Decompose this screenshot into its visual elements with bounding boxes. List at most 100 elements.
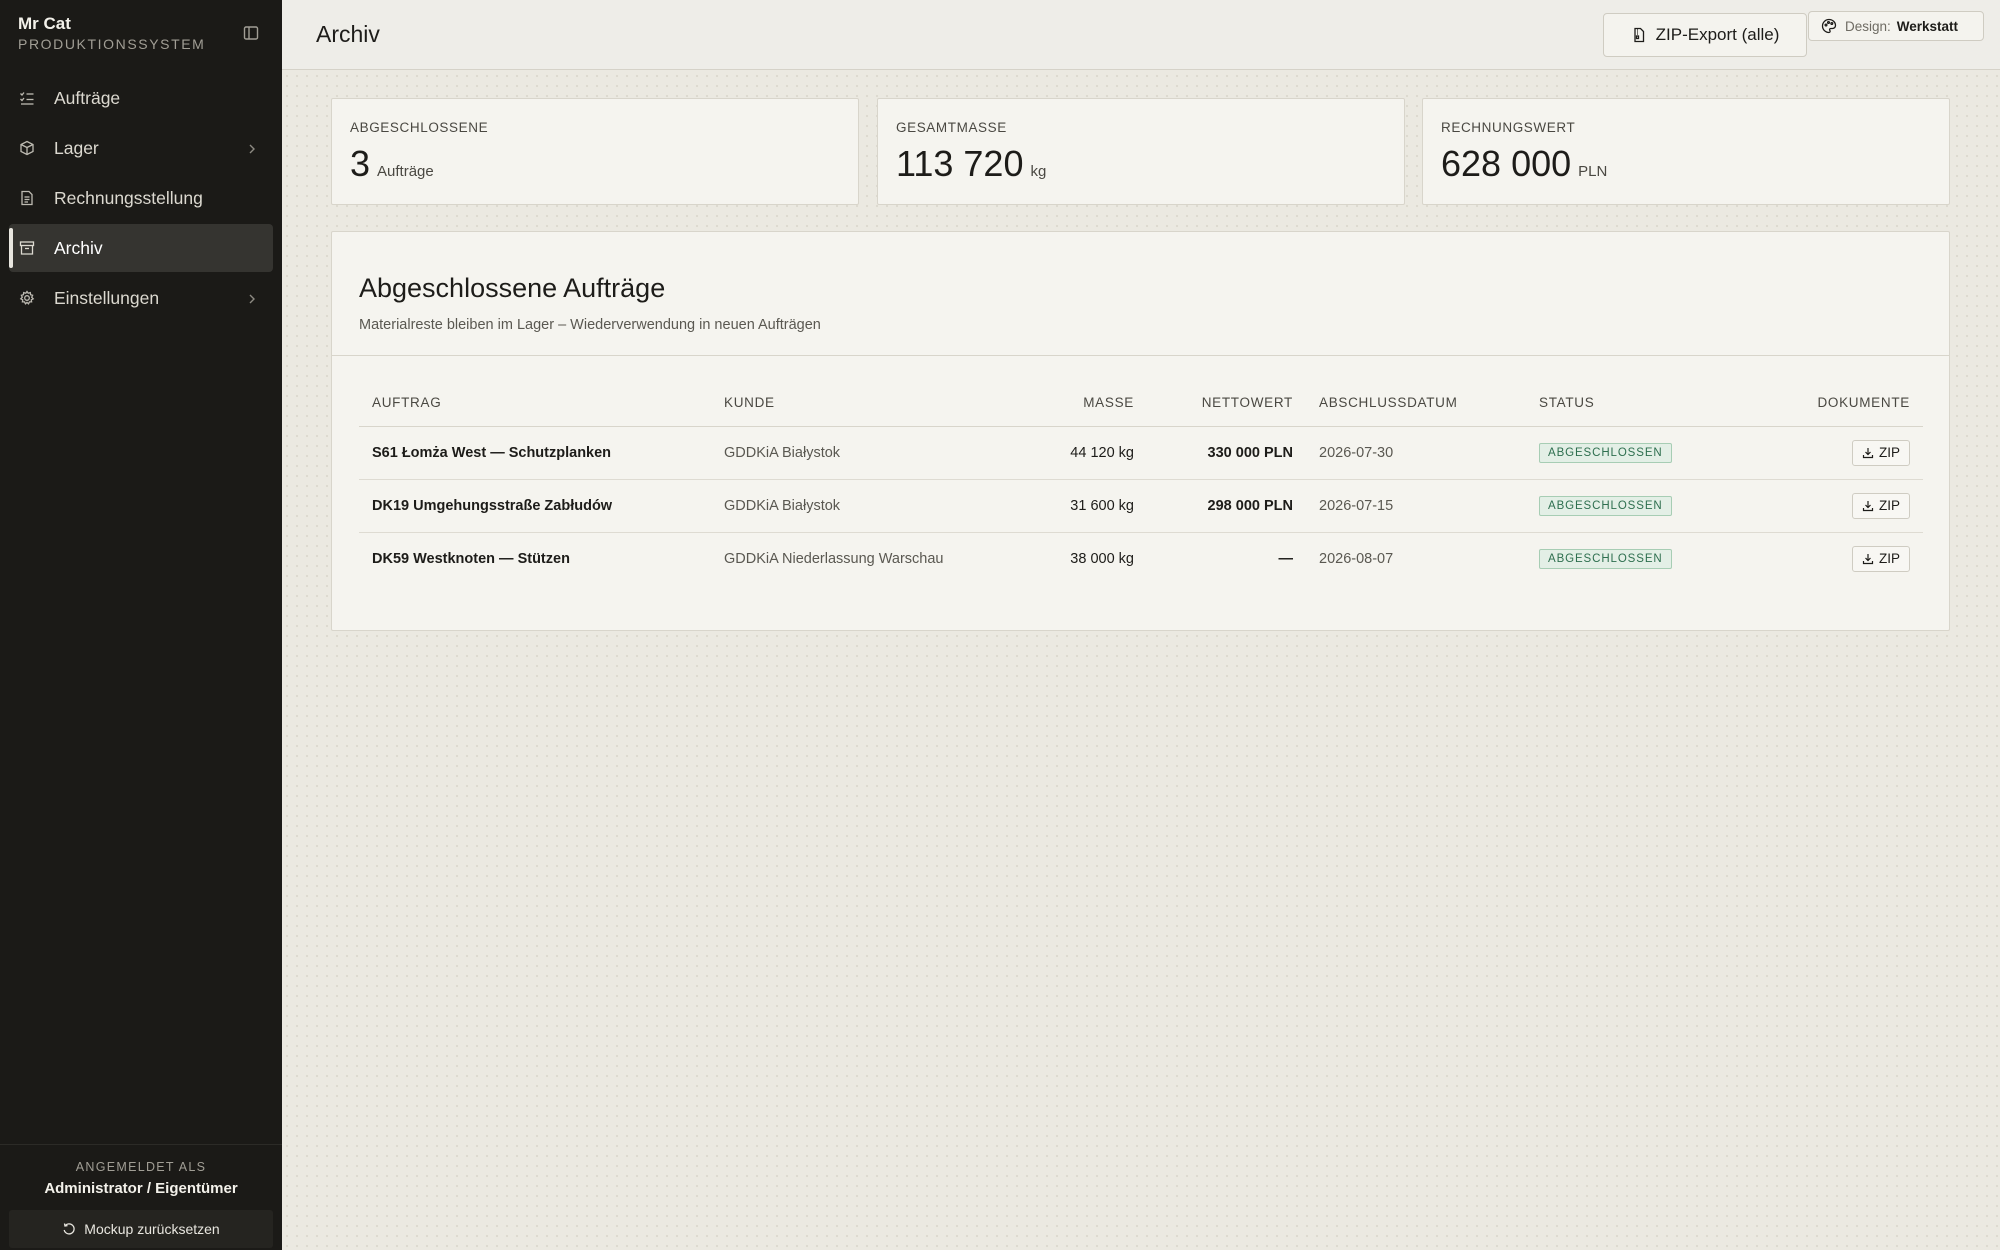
status-badge: ABGESCHLOSSEN — [1539, 548, 1672, 569]
sidebar-item-auftraege[interactable]: Aufträge — [9, 74, 273, 122]
stat-label: RECHNUNGSWERT — [1441, 120, 1576, 135]
palette-icon — [1821, 18, 1837, 34]
column-header-completion-date[interactable]: ABSCHLUSSDATUM — [1306, 380, 1526, 427]
stat-card-total-mass: GESAMTMASSE 113 720 kg — [877, 98, 1405, 205]
sidebar-item-label: Einstellungen — [54, 287, 160, 308]
column-header-mass[interactable]: MASSE — [975, 380, 1147, 427]
zip-download-label: ZIP — [1878, 498, 1900, 513]
reset-icon — [62, 1222, 76, 1236]
download-icon — [1862, 553, 1874, 565]
column-header-documents: DOKUMENTE — [1730, 380, 1923, 427]
documents-cell: ZIP — [1730, 479, 1923, 533]
zip-download-label: ZIP — [1878, 551, 1900, 567]
sidebar-footer: ANGEMELDET ALS Administrator / Eigentüme… — [0, 1144, 282, 1250]
sidebar-toggle-icon[interactable] — [240, 22, 262, 44]
box-icon — [18, 139, 36, 157]
brand-subtitle: PRODUKTIONSSYSTEM — [18, 36, 206, 52]
sidebar-item-rechnungsstellung[interactable]: Rechnungsstellung — [9, 174, 273, 222]
sidebar-item-label: Rechnungsstellung — [54, 187, 203, 208]
completion-date: 2026-07-30 — [1306, 426, 1526, 480]
client-name: GDDKiA Niederlassung Warschau — [724, 550, 944, 567]
table-row[interactable]: DK19 Umgehungsstraße Zabłudów GDDKiA Bia… — [359, 479, 1923, 533]
stat-value-row: 3 Aufträge — [350, 143, 434, 185]
status-badge: ABGESCHLOSSEN — [1539, 442, 1672, 463]
stat-value: 113 720 — [896, 143, 1024, 184]
design-value: Werkstatt — [1896, 18, 1959, 34]
document-icon — [18, 189, 36, 207]
sidebar-item-label: Aufträge — [54, 87, 121, 108]
status-badge: ABGESCHLOSSEN — [1539, 495, 1672, 516]
sidebar-item-archiv[interactable]: Archiv — [9, 224, 273, 272]
zip-download-button[interactable]: ZIP — [1851, 492, 1910, 519]
completed-orders-panel: Abgeschlossene Aufträge Materialreste bl… — [331, 231, 1950, 631]
documents-cell: ZIP — [1730, 426, 1923, 480]
reset-mockup-label: Mockup zurücksetzen — [84, 1221, 220, 1237]
stat-unit: Aufträge — [377, 163, 434, 180]
logged-in-user: Administrator / Eigentümer — [44, 1180, 238, 1197]
sidebar-item-lager[interactable]: Lager — [9, 124, 273, 172]
sidebar-item-einstellungen[interactable]: Einstellungen — [9, 274, 273, 322]
stat-value-row: 113 720 kg — [896, 143, 1046, 185]
brand-name: Mr Cat — [18, 14, 71, 33]
stat-card-invoice-value: RECHNUNGSWERT 628 000 PLN — [1422, 98, 1950, 205]
zip-export-all-button[interactable]: ZIP-Export (alle) — [1603, 13, 1807, 57]
download-icon — [1862, 500, 1874, 512]
stat-value-row: 628 000 PLN — [1441, 143, 1607, 185]
file-archive-icon — [1631, 27, 1647, 43]
stat-unit: kg — [1030, 163, 1047, 180]
download-icon — [1862, 447, 1874, 459]
sidebar: Mr Cat PRODUKTIONSSYSTEM Aufträge Lager — [0, 0, 282, 1250]
chevron-right-icon — [245, 290, 259, 304]
column-header-order[interactable]: AUFTRAG — [359, 380, 711, 427]
stat-label: ABGESCHLOSSENE — [350, 120, 489, 135]
stat-value: 3 — [350, 143, 371, 184]
archive-icon — [18, 239, 36, 257]
stat-card-completed: ABGESCHLOSSENE 3 Aufträge — [331, 98, 859, 205]
chevron-right-icon — [245, 140, 259, 154]
sidebar-nav: Aufträge Lager Rechnungsstellung Archiv … — [0, 74, 282, 324]
status-cell: ABGESCHLOSSEN — [1526, 426, 1730, 480]
zip-download-button[interactable]: ZIP — [1851, 439, 1910, 466]
order-name: DK59 Westknoten — Stützen — [372, 550, 570, 567]
zip-download-button[interactable]: ZIP — [1851, 545, 1910, 572]
zip-export-all-label: ZIP-Export (alle) — [1655, 25, 1780, 44]
design-switcher[interactable]: Design: Werkstatt — [1808, 11, 1984, 41]
completion-date: 2026-07-15 — [1306, 479, 1526, 533]
list-checks-icon — [18, 89, 36, 107]
order-net-value: 298 000 PLN — [1147, 479, 1306, 533]
panel-subtitle: Materialreste bleiben im Lager – Wiederv… — [359, 317, 821, 333]
order-mass: 38 000 kg — [1070, 550, 1134, 567]
sidebar-item-label: Lager — [54, 137, 99, 158]
table-row[interactable]: DK59 Westknoten — Stützen GDDKiA Niederl… — [359, 532, 1923, 585]
main-content: ABGESCHLOSSENE 3 Aufträge GESAMTMASSE 11… — [282, 71, 2000, 1250]
top-bar: Archiv ZIP-Export (alle) Design: Werksta… — [282, 0, 2000, 70]
status-cell: ABGESCHLOSSEN — [1526, 479, 1730, 533]
gear-icon — [18, 289, 36, 307]
panel-header: Abgeschlossene Aufträge Materialreste bl… — [332, 232, 1949, 356]
design-label: Design: — [1845, 18, 1891, 34]
order-name: DK19 Umgehungsstraße Zabłudów — [359, 479, 711, 533]
reset-mockup-button[interactable]: Mockup zurücksetzen — [9, 1210, 273, 1248]
order-mass: 44 120 kg — [975, 426, 1147, 480]
table-header-row: AUFTRAG KUNDE MASSE NETTOWERT ABSCHLUSSD… — [359, 380, 1923, 427]
client-name: GDDKiA Białystok — [711, 479, 975, 533]
column-header-client[interactable]: KUNDE — [711, 380, 975, 427]
zip-download-label: ZIP — [1878, 445, 1900, 460]
page-title: Archiv — [316, 21, 380, 47]
logged-in-label: ANGEMELDET ALS — [75, 1160, 207, 1174]
sidebar-item-label: Archiv — [54, 237, 103, 258]
documents-cell: ZIP — [1730, 532, 1923, 585]
orders-table: AUFTRAG KUNDE MASSE NETTOWERT ABSCHLUSSD… — [359, 380, 1923, 585]
stat-label: GESAMTMASSE — [896, 120, 1007, 135]
table-row[interactable]: S61 Łomża West — Schutzplanken GDDKiA Bi… — [359, 426, 1923, 480]
order-name: S61 Łomża West — Schutzplanken — [359, 426, 711, 480]
status-cell: ABGESCHLOSSEN — [1526, 532, 1730, 585]
stat-value: 628 000 — [1441, 143, 1572, 184]
column-header-status[interactable]: STATUS — [1526, 380, 1730, 427]
column-header-net-value[interactable]: NETTOWERT — [1147, 380, 1306, 427]
completion-date: 2026-08-07 — [1319, 550, 1394, 567]
brand: Mr Cat PRODUKTIONSSYSTEM — [18, 14, 205, 53]
stat-unit: PLN — [1578, 163, 1608, 180]
client-name: GDDKiA Białystok — [711, 426, 975, 480]
panel-title: Abgeschlossene Aufträge — [359, 273, 666, 303]
